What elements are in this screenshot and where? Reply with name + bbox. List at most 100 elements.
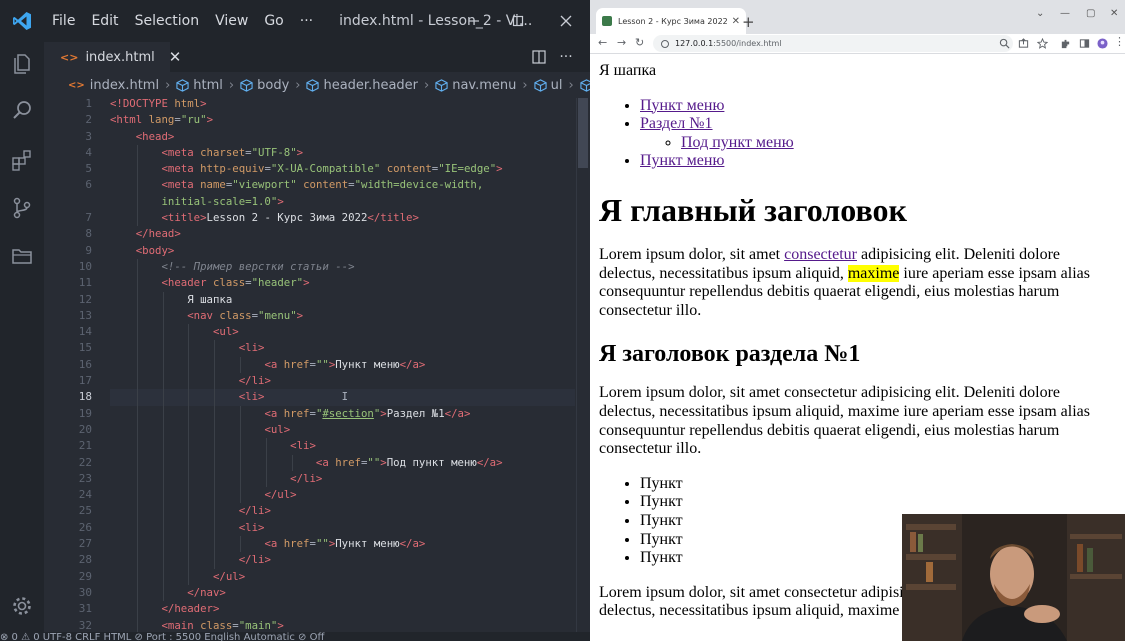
code-line: <a href="#section">Раздел №1</a> xyxy=(110,405,575,422)
share-icon[interactable] xyxy=(1018,38,1029,49)
breadcrumb-nav[interactable]: nav.menu xyxy=(435,78,516,93)
indent-guide xyxy=(188,519,190,537)
element-cube-icon xyxy=(580,78,590,92)
line-number: 11 xyxy=(78,276,92,290)
chevron-down-icon[interactable]: ⌄ xyxy=(1036,8,1044,19)
browser-minimize-icon[interactable]: — xyxy=(1060,8,1070,19)
minimize-icon[interactable] xyxy=(452,0,496,42)
indent-guide xyxy=(136,503,138,520)
indent-guide xyxy=(136,487,138,504)
menu-link-1[interactable]: Пункт меню xyxy=(640,97,724,114)
browser-tab-close-icon[interactable]: ✕ xyxy=(732,16,740,27)
menu-selection[interactable]: Selection xyxy=(127,13,208,29)
forward-icon[interactable]: → xyxy=(617,36,626,49)
line-number: 15 xyxy=(78,341,92,355)
line-number: 3 xyxy=(85,129,92,143)
breadcrumb-header[interactable]: header.header xyxy=(306,78,418,93)
indent-guide xyxy=(162,536,164,553)
breadcrumb-ul[interactable]: ul xyxy=(533,78,562,93)
chevron-right-icon: › xyxy=(568,77,574,93)
editor-scrollbar-thumb[interactable] xyxy=(578,98,588,168)
indent-guide xyxy=(265,438,267,455)
editor-scrollbar[interactable] xyxy=(576,98,590,641)
browser-close-icon[interactable]: ✕ xyxy=(1110,8,1118,19)
close-window-icon[interactable] xyxy=(544,0,588,42)
indent-guide xyxy=(240,421,241,439)
code-line: <li> xyxy=(110,438,575,455)
paragraph-1: Lorem ipsum dolor, sit amet consectetur … xyxy=(599,245,1090,319)
breadcrumb-li[interactable]: li xyxy=(580,78,590,93)
settings-gear-icon[interactable] xyxy=(8,592,36,620)
sidebar-icon[interactable] xyxy=(1079,38,1090,49)
line-number: 9 xyxy=(85,243,92,257)
menu-file[interactable]: File xyxy=(44,13,83,29)
line-number: 5 xyxy=(85,162,92,176)
code-line: <li> xyxy=(110,519,575,537)
explorer-icon[interactable] xyxy=(8,50,36,78)
browser-maximize-icon[interactable]: ▢ xyxy=(1086,8,1095,19)
code-line: </header> xyxy=(110,601,575,618)
line-number: 10 xyxy=(78,259,92,273)
reload-icon[interactable]: ↻ xyxy=(635,36,644,49)
browser-toolbar: ← → ↻ 127.0.0.1:5500/index.html ⋮ xyxy=(590,34,1125,54)
source-control-icon[interactable] xyxy=(8,194,36,222)
indent-guide xyxy=(240,405,241,422)
indent-guide xyxy=(214,487,216,504)
address-bar[interactable]: 127.0.0.1:5500/index.html xyxy=(653,35,1013,52)
search-icon[interactable] xyxy=(8,96,36,124)
extensions-icon[interactable] xyxy=(8,146,36,174)
back-icon[interactable]: ← xyxy=(598,36,607,49)
indent-guide xyxy=(136,324,138,341)
browser-menu-icon[interactable]: ⋮ xyxy=(1114,35,1125,48)
indent-guide xyxy=(162,291,164,308)
code-editor[interactable]: <!DOCTYPE html> <html lang="ru"> <head> … xyxy=(110,96,575,634)
menu-item: Пункт меню xyxy=(640,97,1119,116)
bookmark-star-icon[interactable] xyxy=(1037,38,1048,49)
indent-guide xyxy=(265,454,267,471)
indent-guide xyxy=(136,275,138,292)
code-line: <!DOCTYPE html> xyxy=(110,97,207,110)
menu-link-section-1[interactable]: Раздел №1 xyxy=(640,115,713,132)
indent-guide xyxy=(162,584,164,602)
indent-guide xyxy=(188,454,190,471)
indent-guide xyxy=(136,193,138,211)
breadcrumb-file[interactable]: <> index.html xyxy=(68,78,159,93)
code-line: <head> xyxy=(135,129,175,143)
indent-guide xyxy=(214,438,216,455)
consectetur-link[interactable]: consectetur xyxy=(784,246,857,263)
new-tab-button[interactable]: + xyxy=(742,13,755,31)
folder-icon[interactable] xyxy=(8,242,36,270)
browser-tab[interactable]: Lesson 2 - Курс Зима 2022 ✕ xyxy=(596,8,746,34)
tab-close-icon[interactable]: ✕ xyxy=(169,48,182,66)
zoom-icon[interactable] xyxy=(999,38,1010,49)
code-line: <ul> xyxy=(110,421,575,439)
maximize-icon[interactable] xyxy=(496,0,540,42)
indent-guide xyxy=(162,421,164,439)
webcam-overlay xyxy=(902,514,1125,641)
breadcrumb-html[interactable]: html xyxy=(176,78,223,93)
chevron-right-icon: › xyxy=(424,77,430,93)
indent-guide xyxy=(136,568,138,585)
chevron-right-icon: › xyxy=(295,77,301,93)
menu-edit[interactable]: Edit xyxy=(83,13,126,29)
menu-link-2[interactable]: Пункт меню xyxy=(640,152,724,169)
menu-more[interactable]: ··· xyxy=(292,13,321,29)
indent-guide xyxy=(188,536,190,553)
extensions-puzzle-icon[interactable] xyxy=(1060,38,1071,49)
submenu-link[interactable]: Под пункт меню xyxy=(681,134,794,151)
breadcrumb-body[interactable]: body xyxy=(240,78,289,93)
indent-guide xyxy=(188,373,190,390)
indent-guide xyxy=(188,552,190,569)
tab-index-html[interactable]: <> index.html ✕ xyxy=(44,42,181,72)
site-info-icon[interactable] xyxy=(661,39,669,48)
indent-guide xyxy=(136,258,138,276)
html-file-icon: <> xyxy=(68,79,85,91)
line-number: 13 xyxy=(78,308,92,322)
profile-avatar-icon[interactable] xyxy=(1097,38,1108,49)
indent-guide xyxy=(162,438,164,455)
more-actions-icon[interactable]: ··· xyxy=(556,48,576,66)
split-editor-icon[interactable] xyxy=(529,48,549,66)
menu-view[interactable]: View xyxy=(207,13,256,29)
indent-guide xyxy=(136,519,138,537)
menu-go[interactable]: Go xyxy=(256,13,291,29)
